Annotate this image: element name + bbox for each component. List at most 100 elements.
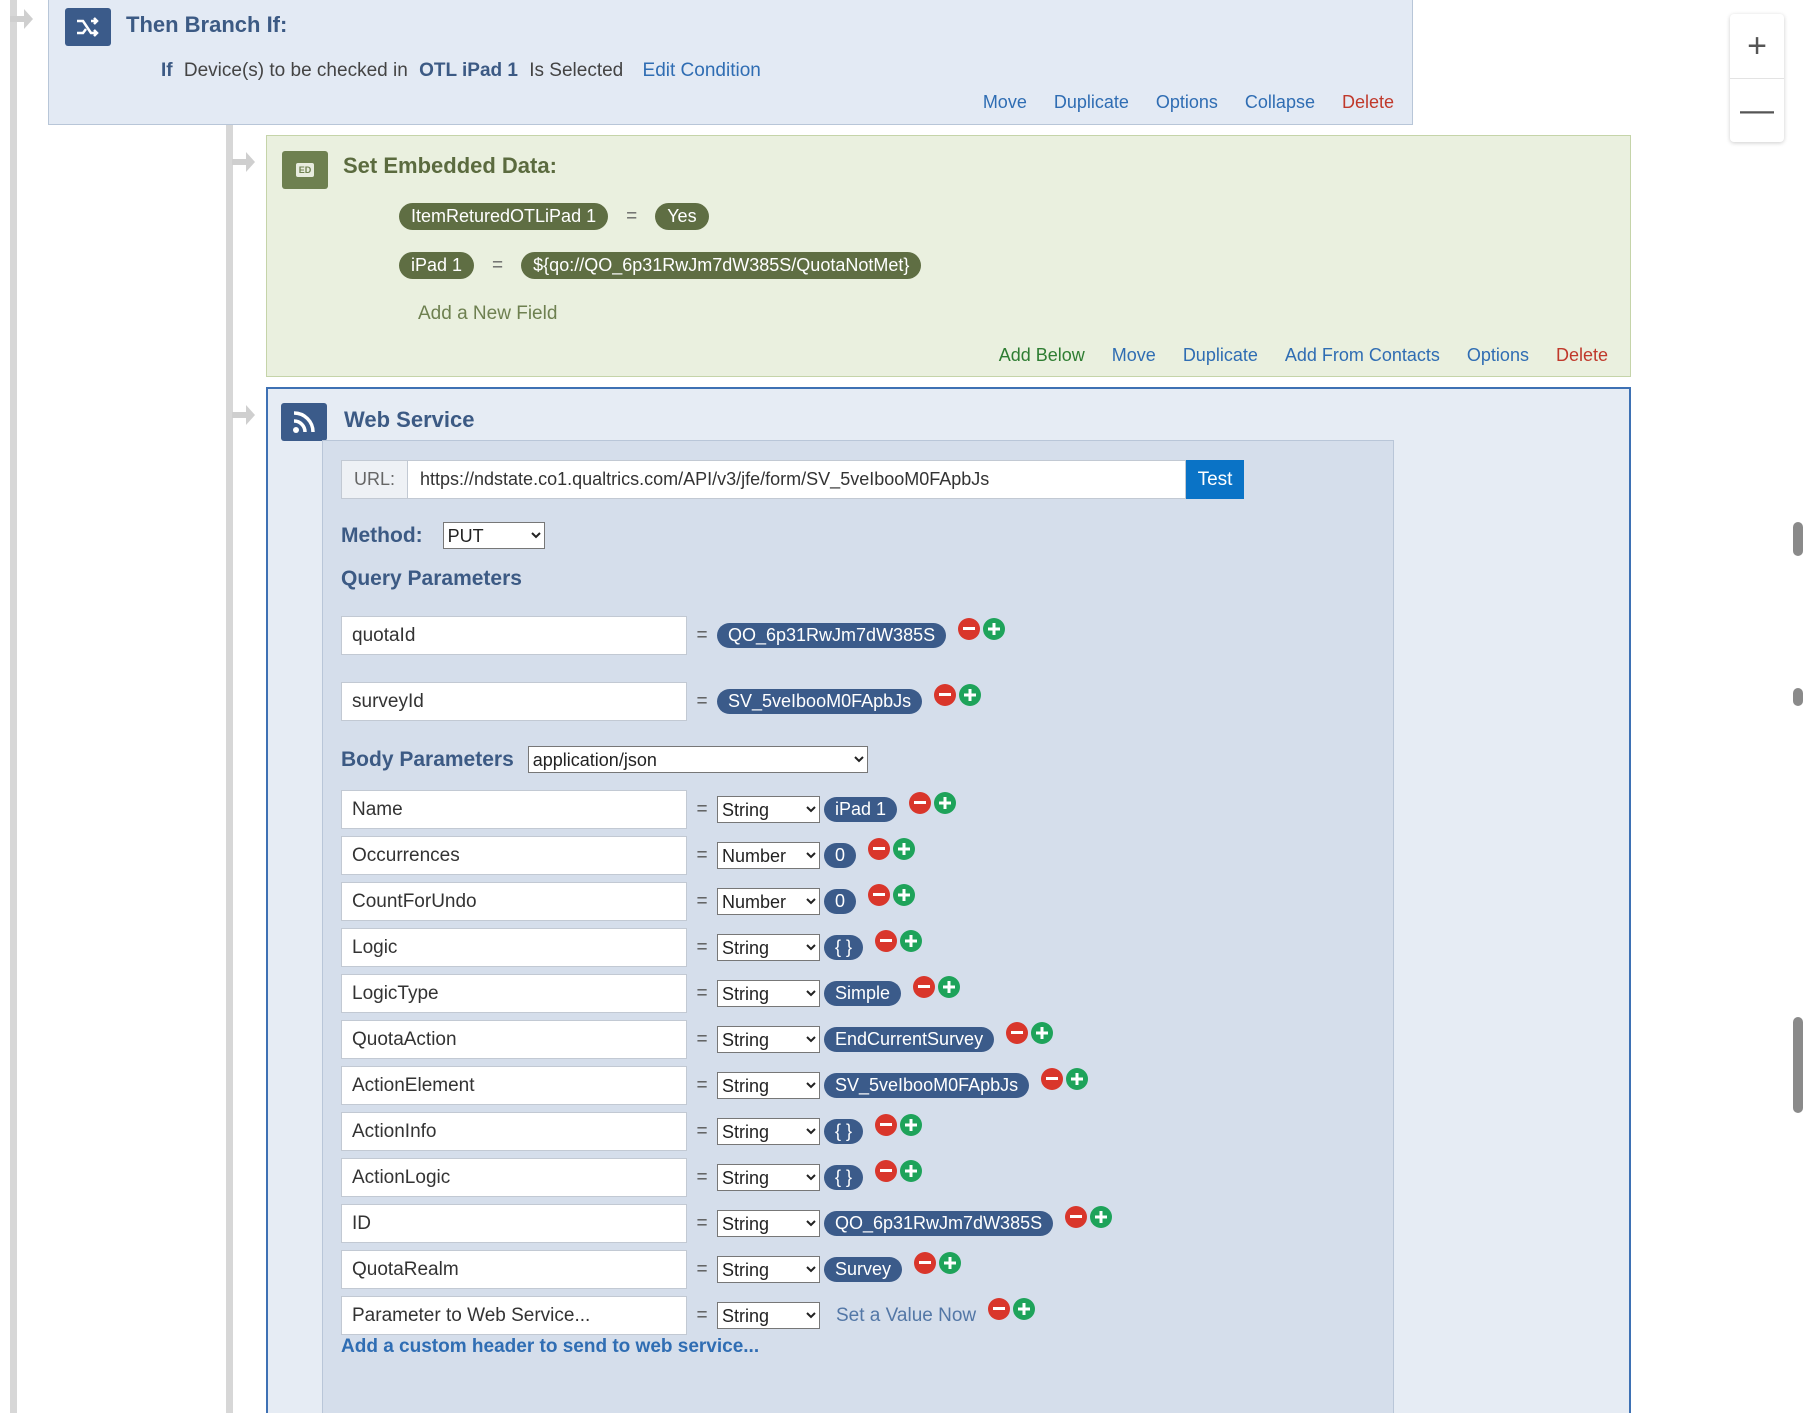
zoom-out-button[interactable]: — [1730,78,1784,142]
remove-param-icon[interactable] [988,1297,1011,1320]
param-value-pill[interactable]: QO_6p31RwJm7dW385S [717,623,947,648]
condition-text: Device(s) to be checked in [183,60,408,81]
body-parameters-row: Body Parameters application/json [341,746,868,773]
zoom-in-button[interactable]: + [1730,14,1784,78]
param-type-select[interactable]: String [717,934,820,961]
branch-duplicate-link[interactable]: Duplicate [1054,92,1129,113]
param-value-pill[interactable]: Survey [824,1257,903,1282]
param-type-select[interactable]: String [717,1118,820,1145]
ed-field-key[interactable]: iPad 1 [399,252,475,279]
param-key-input[interactable] [341,928,687,967]
param-value-pill[interactable]: SV_5veIbooM0FApbJs [824,1073,1030,1098]
body-format-select[interactable]: application/json [527,746,868,773]
branch-move-link[interactable]: Move [983,92,1027,113]
remove-param-icon[interactable] [958,617,981,640]
param-value-pill[interactable]: QO_6p31RwJm7dW385S [824,1211,1054,1236]
ed-add-below-link[interactable]: Add Below [999,345,1085,366]
equals-sign: = [626,205,638,227]
ed-options-link[interactable]: Options [1467,345,1529,366]
ed-duplicate-link[interactable]: Duplicate [1183,345,1258,366]
remove-param-icon[interactable] [914,1251,937,1274]
remove-param-icon[interactable] [913,975,936,998]
param-value-pill[interactable]: iPad 1 [824,797,898,822]
remove-param-icon[interactable] [1065,1205,1088,1228]
param-value-pill[interactable]: { } [824,935,864,960]
add-param-icon[interactable] [1013,1297,1036,1320]
branch-condition: If Device(s) to be checked in OTL iPad 1… [161,60,761,82]
add-param-icon[interactable] [934,791,957,814]
add-param-icon[interactable] [893,837,916,860]
remove-param-icon[interactable] [868,837,891,860]
param-value-pill[interactable]: 0 [824,889,857,914]
remove-param-icon[interactable] [875,1113,898,1136]
add-param-icon[interactable] [1090,1205,1113,1228]
branch-options-link[interactable]: Options [1156,92,1218,113]
add-param-icon[interactable] [900,1159,923,1182]
ed-field-value[interactable]: ${qo://QO_6p31RwJm7dW385S/QuotaNotMet} [521,252,922,279]
branch-delete-link[interactable]: Delete [1342,92,1394,113]
param-key-input[interactable] [341,616,687,655]
url-input[interactable] [408,460,1186,499]
param-key-input[interactable] [341,1296,687,1335]
add-param-icon[interactable] [939,1251,962,1274]
param-value-pill[interactable]: Simple [824,981,902,1006]
add-param-icon[interactable] [1031,1021,1054,1044]
remove-param-icon[interactable] [875,1159,898,1182]
param-key-input[interactable] [341,1158,687,1197]
remove-param-icon[interactable] [868,883,891,906]
param-type-select[interactable]: String [717,1072,820,1099]
param-type-select[interactable]: String [717,1210,820,1237]
param-type-select[interactable]: String [717,796,820,823]
param-key-input[interactable] [341,1204,687,1243]
param-value-pill[interactable]: EndCurrentSurvey [824,1027,995,1052]
add-param-icon[interactable] [983,617,1006,640]
ed-field-value[interactable]: Yes [655,203,709,230]
param-type-select[interactable]: Number [717,888,820,915]
edit-condition-link[interactable]: Edit Condition [643,60,761,81]
method-select[interactable]: PUT [442,522,545,549]
param-key-input[interactable] [341,1250,687,1289]
add-param-icon[interactable] [893,883,916,906]
add-param-icon[interactable] [1066,1067,1089,1090]
param-type-select[interactable]: String [717,980,820,1007]
remove-param-icon[interactable] [1006,1021,1029,1044]
remove-param-icon[interactable] [934,683,957,706]
param-value-pill[interactable]: { } [824,1165,864,1190]
ed-move-link[interactable]: Move [1112,345,1156,366]
param-key-input[interactable] [341,882,687,921]
param-type-select[interactable]: String [717,1302,820,1329]
param-type-select[interactable]: String [717,1164,820,1191]
param-type-select[interactable]: String [717,1026,820,1053]
add-param-icon[interactable] [938,975,961,998]
param-key-input[interactable] [341,836,687,875]
method-label: Method: [341,523,423,547]
add-custom-header-link[interactable]: Add a custom header to send to web servi… [341,1336,759,1358]
add-param-icon[interactable] [959,683,982,706]
add-new-field-link[interactable]: Add a New Field [418,303,557,325]
add-param-icon[interactable] [900,929,923,952]
test-button[interactable]: Test [1186,460,1244,499]
rss-icon [281,403,327,441]
param-type-select[interactable]: Number [717,842,820,869]
ed-delete-link[interactable]: Delete [1556,345,1608,366]
param-key-input[interactable] [341,974,687,1013]
remove-param-icon[interactable] [1041,1067,1064,1090]
param-key-input[interactable] [341,1020,687,1059]
remove-param-icon[interactable] [875,929,898,952]
param-value-pill[interactable]: SV_5veIbooM0FApbJs [717,689,923,714]
param-key-input[interactable] [341,682,687,721]
add-param-icon[interactable] [900,1113,923,1136]
body-param-row: = StringSV_5veIbooM0FApbJs [341,1066,1089,1105]
ed-field-key[interactable]: ItemReturedOTLiPad 1 [399,203,609,230]
param-key-input[interactable] [341,790,687,829]
scrollbar-thumb[interactable] [1793,1017,1803,1113]
param-type-select[interactable]: String [717,1256,820,1283]
param-value-pill[interactable]: 0 [824,843,857,868]
param-key-input[interactable] [341,1112,687,1151]
param-key-input[interactable] [341,1066,687,1105]
branch-collapse-link[interactable]: Collapse [1245,92,1315,113]
param-value-pill[interactable]: { } [824,1119,864,1144]
set-value-link[interactable]: Set a Value Now [836,1305,976,1327]
ed-add-from-contacts-link[interactable]: Add From Contacts [1285,345,1440,366]
remove-param-icon[interactable] [909,791,932,814]
